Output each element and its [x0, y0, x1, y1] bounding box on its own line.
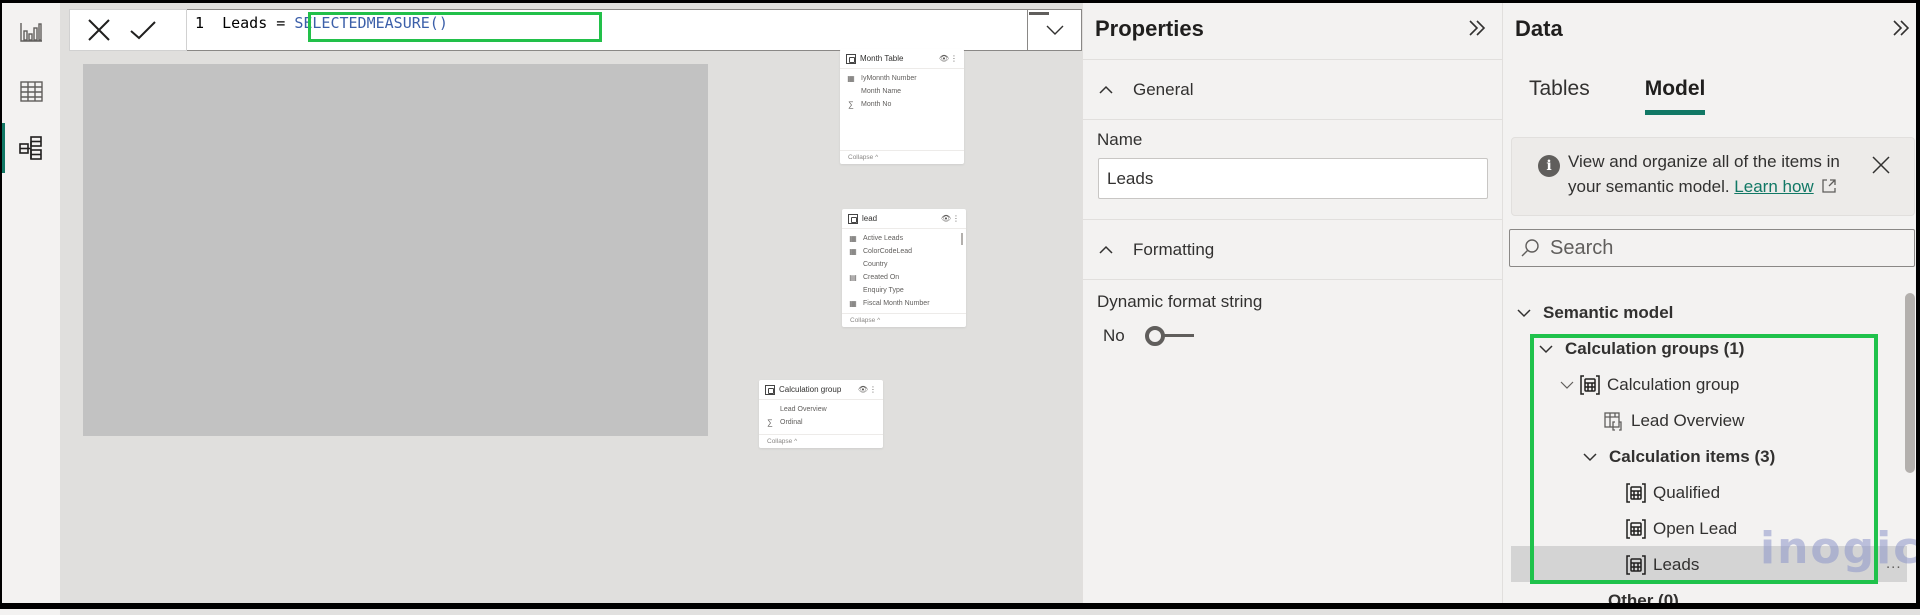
- search-icon: [1521, 239, 1539, 257]
- highlight-box: [1530, 334, 1878, 584]
- collapse-button[interactable]: Collapse ^: [759, 434, 883, 448]
- highlight-box: [308, 12, 602, 42]
- calc-column-icon: ▦: [849, 234, 857, 243]
- model-diagram-icon: [19, 136, 42, 160]
- table-card-header[interactable]: lead 👁︎⋮: [842, 209, 966, 229]
- field-row[interactable]: ▦ Active Leads: [842, 232, 966, 245]
- table-card-month-table[interactable]: Month Table 👁︎⋮ ▦ IyMonnth Number Month N…: [840, 49, 964, 164]
- section-formatting-label: Formatting: [1133, 239, 1215, 259]
- field-row[interactable]: ▦ Fiscal Month Number: [842, 297, 966, 310]
- field-row[interactable]: Enquiry Type: [842, 284, 966, 297]
- dax-editor[interactable]: 1 Leads = SELECTEDMEASURE(): [187, 9, 1046, 51]
- table-card-title: Month Table: [860, 54, 904, 63]
- collapse-button[interactable]: Collapse ^: [840, 150, 964, 164]
- checkmark-icon[interactable]: [128, 15, 158, 45]
- search-box[interactable]: [1509, 229, 1915, 267]
- nav-model-view[interactable]: [2, 123, 60, 173]
- calc-column-icon: ▦: [849, 299, 857, 308]
- visibility-more-icons[interactable]: 👁︎⋮: [941, 214, 961, 223]
- chevron-up-icon: [1099, 85, 1113, 94]
- field-row[interactable]: ▦ IyMonnth Number: [840, 72, 964, 85]
- field-row[interactable]: ∑ Month No: [840, 98, 964, 111]
- table-icon: [765, 384, 775, 395]
- dynamic-format-toggle[interactable]: [1144, 325, 1195, 347]
- search-input[interactable]: [1550, 236, 1890, 260]
- sigma-icon: ∑: [767, 418, 773, 427]
- toggle-state-label: No: [1103, 326, 1125, 345]
- tree-semantic-model[interactable]: Semantic model: [1515, 297, 1673, 329]
- section-general[interactable]: General: [1083, 59, 1503, 119]
- field-row[interactable]: Month Name: [840, 85, 964, 98]
- field-row[interactable]: Lead Overview: [759, 403, 883, 416]
- name-label: Name: [1097, 130, 1143, 149]
- nav-table-view[interactable]: [2, 66, 60, 116]
- name-field[interactable]: [1098, 158, 1488, 199]
- calendar-icon: ▤: [849, 273, 857, 282]
- tree-other[interactable]: Other (0): [1608, 585, 1679, 603]
- tab-tables[interactable]: Tables: [1529, 77, 1590, 115]
- sigma-icon: ∑: [848, 100, 854, 109]
- left-nav: [2, 3, 60, 603]
- nav-report-view[interactable]: [2, 7, 60, 57]
- x-icon[interactable]: [84, 15, 114, 45]
- table-card-title: Calculation group: [779, 385, 842, 394]
- card-scrollbar[interactable]: [961, 233, 963, 245]
- visibility-more-icons[interactable]: 👁︎⋮: [939, 54, 959, 63]
- field-row[interactable]: Country: [842, 258, 966, 271]
- data-tabs: Tables Model: [1529, 77, 1705, 115]
- field-row[interactable]: ▦ ColorCodeLead: [842, 245, 966, 258]
- collapse-pane-icon[interactable]: [1466, 17, 1488, 39]
- table-icon: [848, 213, 858, 224]
- table-card-title: lead: [862, 214, 878, 223]
- section-formatting[interactable]: Formatting: [1083, 219, 1503, 279]
- field-row[interactable]: ∑ Ordinal: [759, 416, 883, 429]
- line-number: 1: [195, 14, 205, 32]
- dynamic-format-label: Dynamic format string: [1097, 292, 1263, 311]
- properties-pane: Properties General Name Formatting Dynam…: [1082, 3, 1503, 603]
- section-general-label: General: [1133, 79, 1194, 99]
- expand-formula-button[interactable]: [1027, 9, 1082, 51]
- collapse-pane-icon[interactable]: [1890, 17, 1912, 39]
- chevron-down-icon: [1046, 25, 1063, 35]
- tree-scrollbar[interactable]: [1905, 293, 1915, 473]
- table-card-header[interactable]: Month Table 👁︎⋮: [840, 49, 964, 69]
- data-pane: Data Tables Model i View and organize al…: [1502, 3, 1916, 603]
- chevron-up-icon: [1099, 245, 1113, 254]
- chevron-down-icon: [1517, 309, 1531, 318]
- dynamic-format-toggle-row: No: [1103, 325, 1195, 347]
- visibility-more-icons[interactable]: 👁︎⋮: [858, 385, 878, 394]
- external-link-icon: [1822, 179, 1837, 193]
- info-banner: i View and organize all of the items in …: [1511, 137, 1915, 216]
- table-card-header[interactable]: Calculation group 👁︎⋮: [759, 380, 883, 400]
- formula-bar: 1 Leads = SELECTEDMEASURE(): [69, 9, 1082, 51]
- close-icon[interactable]: [1870, 154, 1892, 176]
- table-icon: [846, 53, 856, 64]
- bottom-strip: [0, 609, 1920, 615]
- expression-prefix: Leads =: [222, 14, 295, 32]
- app-window: 1 Leads = SELECTEDMEASURE() Month Table …: [2, 3, 1916, 603]
- bar-chart-icon: [20, 23, 42, 42]
- collapse-button[interactable]: Collapse ^: [842, 313, 966, 327]
- info-icon: i: [1538, 155, 1560, 177]
- calc-column-icon: ▦: [849, 247, 857, 256]
- calc-column-icon: ▦: [847, 74, 855, 83]
- learn-how-link[interactable]: Learn how: [1734, 177, 1813, 196]
- formula-actions: [69, 9, 187, 51]
- tab-model[interactable]: Model: [1644, 77, 1705, 115]
- diagram-placeholder-area: [83, 64, 708, 436]
- properties-title: Properties: [1095, 16, 1204, 41]
- table-grid-icon: [20, 81, 43, 102]
- field-row[interactable]: ▤ Created On: [842, 271, 966, 284]
- table-card-lead[interactable]: lead 👁︎⋮ ▦ Active Leads ▦ ColorCodeLead Co…: [842, 209, 966, 327]
- model-canvas[interactable]: 1 Leads = SELECTEDMEASURE() Month Table …: [60, 3, 1082, 603]
- table-card-calculation-group[interactable]: Calculation group 👁︎⋮ Lead Overview ∑ Ord…: [759, 380, 883, 448]
- data-title: Data: [1515, 16, 1563, 41]
